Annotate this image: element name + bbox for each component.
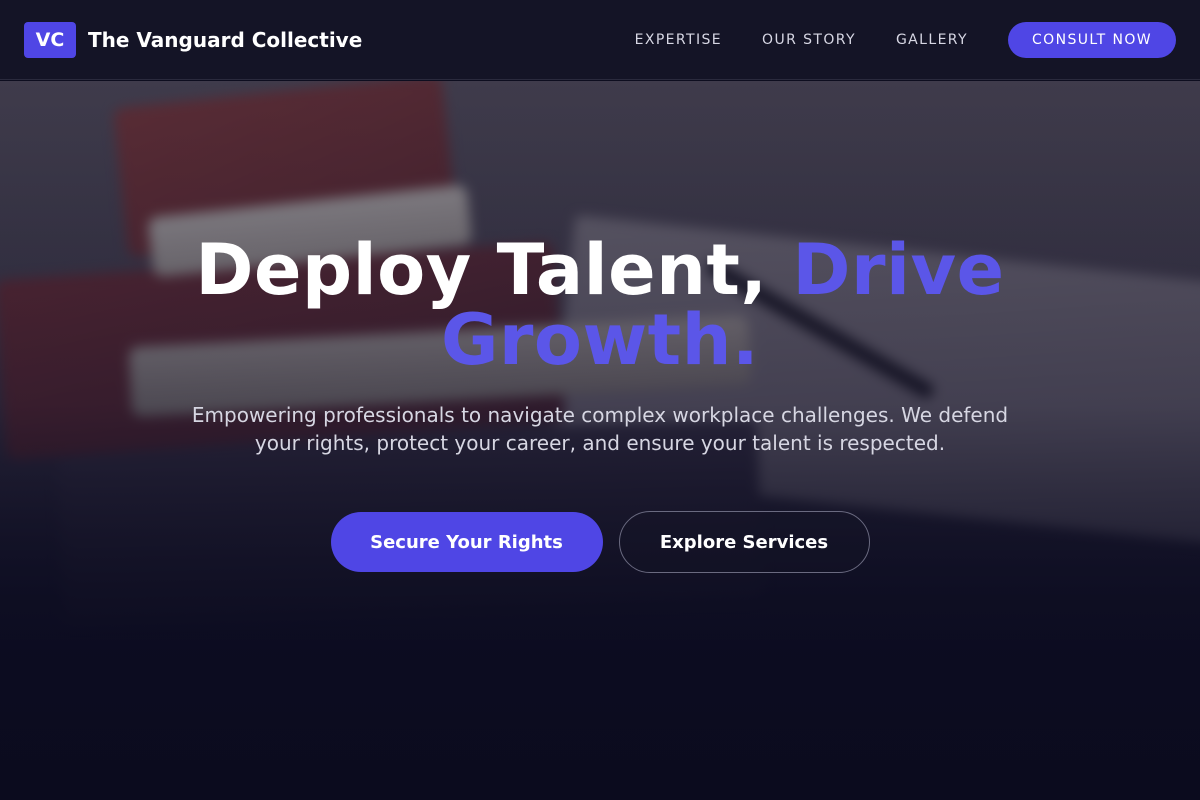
main-nav: EXPERTISE OUR STORY GALLERY CONSULT NOW (635, 21, 1176, 58)
secure-your-rights-button[interactable]: Secure Your Rights (330, 512, 603, 572)
hero-content: Deploy Talent, Drive Growth. Empowering … (0, 81, 1200, 573)
hero-title: Deploy Talent, Drive Growth. (0, 235, 1200, 375)
hero-actions: Secure Your Rights Explore Services (0, 511, 1200, 573)
brand-name[interactable]: The Vanguard Collective (88, 28, 362, 52)
nav-link-expertise[interactable]: EXPERTISE (635, 32, 722, 48)
consult-now-button[interactable]: CONSULT NOW (1008, 21, 1176, 58)
brand[interactable]: VC The Vanguard Collective (24, 21, 362, 58)
nav-link-gallery[interactable]: GALLERY (896, 32, 968, 48)
nav-link-our-story[interactable]: OUR STORY (762, 32, 856, 48)
explore-services-button[interactable]: Explore Services (618, 511, 870, 573)
site-header: VC The Vanguard Collective EXPERTISE OUR… (0, 0, 1200, 80)
hero-subtitle: Empowering professionals to navigate com… (191, 403, 1009, 455)
logo-badge[interactable]: VC (24, 21, 76, 58)
